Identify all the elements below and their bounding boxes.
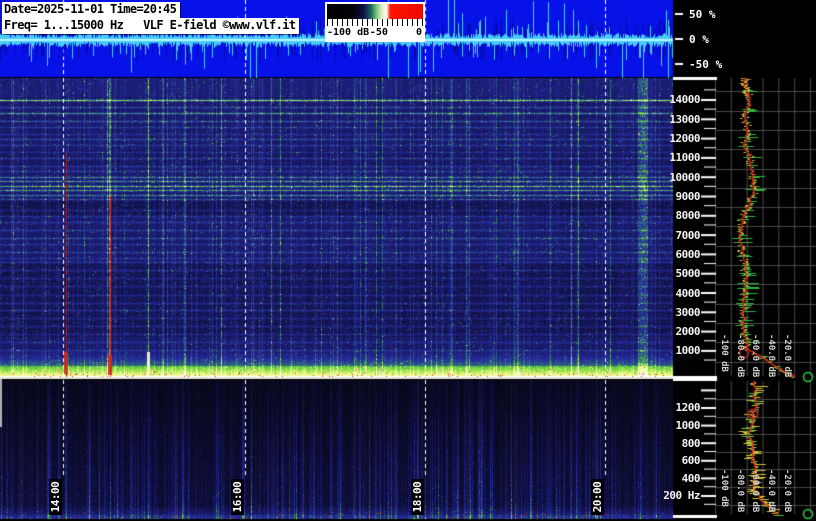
freq-label-4000: 4000 xyxy=(675,287,701,300)
time-label-1600: 16:00 xyxy=(231,479,244,515)
scale-max-label: 0 xyxy=(415,27,422,38)
color-scale-gradient xyxy=(327,4,423,19)
db-label-l100: -100 dB xyxy=(719,469,729,507)
time-label-2000: 20:00 xyxy=(591,479,604,515)
scale-mid-label: -50 xyxy=(369,27,388,38)
freq-label-7000: 7000 xyxy=(675,229,701,242)
db-label-u40: -40.0 dB xyxy=(766,334,776,378)
pct-label-neg50: -50 % xyxy=(689,58,723,71)
db-label-l80: -80.0 dB xyxy=(735,469,745,513)
db-label-l40: -40.0 dB xyxy=(766,469,776,513)
color-scale: -100 dB -50 0 xyxy=(325,2,425,42)
db-label-l60: -60.0 dB xyxy=(750,469,760,513)
time-label-1400: 14:00 xyxy=(49,479,62,515)
freq-label-11000: 11000 xyxy=(669,151,700,164)
db-label-u100: -100 dB xyxy=(719,334,729,372)
freq-label-1000b: 1000 xyxy=(675,419,701,432)
freq-label-8000: 8000 xyxy=(675,209,701,222)
freq-label-5000: 5000 xyxy=(675,267,701,280)
freq-label-9000: 9000 xyxy=(675,190,701,203)
db-label-u20: -20.0 dB xyxy=(782,334,792,378)
freq-label-2000: 2000 xyxy=(675,325,701,338)
freq-label-13000: 13000 xyxy=(669,113,700,126)
freq-label-200hz: 200 Hz xyxy=(663,489,700,502)
db-label-u80: -80.0 dB xyxy=(735,334,745,378)
pct-label-0: 0 % xyxy=(689,33,709,46)
freq-range-label: Freq= 1...15000 Hz VLF E-field ©www.vlf.… xyxy=(2,18,300,34)
date-time-label: Date=2025-11-01 Time=20:45 xyxy=(2,2,181,18)
freq-label-800: 800 xyxy=(681,437,701,450)
freq-label-6000: 6000 xyxy=(675,248,701,261)
freq-label-14000: 14000 xyxy=(669,93,700,106)
pct-label-50: 50 % xyxy=(689,8,716,21)
time-label-1800: 18:00 xyxy=(411,479,424,515)
freq-label-3000: 3000 xyxy=(675,306,701,319)
freq-label-12000: 12000 xyxy=(669,132,700,145)
freq-label-1000: 1000 xyxy=(675,344,701,357)
freq-label-1200: 1200 xyxy=(675,401,701,414)
color-scale-ticks xyxy=(327,19,423,26)
freq-label-10000: 10000 xyxy=(669,171,700,184)
freq-label-600: 600 xyxy=(681,454,701,467)
db-label-l20: -20.0 dB xyxy=(782,469,792,513)
scale-min-label: -100 dB xyxy=(327,27,370,38)
freq-label-400: 400 xyxy=(681,472,701,485)
vlf-monitor-window: Date=2025-11-01 Time=20:45 Freq= 1...150… xyxy=(0,0,816,521)
db-label-u60: -60.0 dB xyxy=(750,334,760,378)
